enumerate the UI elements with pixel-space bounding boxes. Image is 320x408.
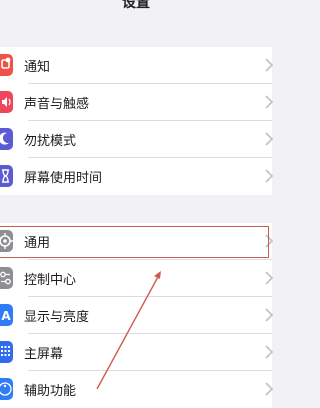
settings-item-label: 屏幕使用时间 — [24, 171, 103, 186]
settings-item-control-center[interactable]: 控制中心 — [0, 260, 273, 297]
settings-item-home-screen[interactable]: 主屏幕 — [0, 334, 273, 371]
chevron-right-icon — [265, 58, 273, 72]
home-screen-icon — [0, 341, 13, 363]
settings-item-sounds[interactable]: 声音与触感 — [0, 84, 273, 121]
chevron-right-icon — [265, 132, 273, 146]
settings-item-label: 控制中心 — [24, 273, 77, 288]
page-title: 设置 — [122, 0, 150, 11]
settings-item-general[interactable]: 通用 — [0, 223, 273, 260]
chevron-right-icon — [265, 271, 273, 285]
settings-item-label: 勿扰模式 — [24, 134, 77, 149]
settings-item-accessibility[interactable]: 辅助功能 — [0, 371, 273, 408]
gear-icon — [0, 230, 13, 252]
chevron-right-icon — [265, 382, 273, 396]
svg-text:A: A — [1, 309, 11, 323]
control-center-icon — [0, 267, 13, 289]
settings-item-label: 通用 — [24, 236, 51, 251]
settings-item-display-brightness[interactable]: A 显示与亮度 — [0, 297, 273, 334]
settings-item-do-not-disturb[interactable]: 勿扰模式 — [0, 121, 273, 158]
settings-item-label: 显示与亮度 — [24, 310, 90, 325]
settings-group-1: 通知 声音与触感 勿扰模式 屏幕使用时间 — [0, 47, 273, 195]
settings-item-notifications[interactable]: 通知 — [0, 47, 273, 84]
chevron-right-icon — [265, 95, 273, 109]
display-icon: A — [0, 304, 13, 326]
settings-item-label: 声音与触感 — [24, 97, 90, 112]
chevron-right-icon — [265, 308, 273, 322]
chevron-right-icon — [265, 234, 273, 248]
moon-icon — [0, 128, 13, 150]
sounds-icon — [0, 91, 13, 113]
hourglass-icon — [0, 165, 13, 187]
chevron-right-icon — [265, 169, 273, 183]
chevron-right-icon — [265, 345, 273, 359]
settings-item-screen-time[interactable]: 屏幕使用时间 — [0, 158, 273, 195]
settings-group-2: 通用 控制中心 A 显示与亮度 主屏幕 辅助功能 — [0, 223, 273, 408]
settings-item-label: 通知 — [24, 60, 51, 75]
settings-item-label: 主屏幕 — [24, 347, 64, 362]
notifications-icon — [0, 54, 13, 76]
accessibility-icon — [0, 378, 13, 400]
settings-item-label: 辅助功能 — [24, 384, 77, 399]
